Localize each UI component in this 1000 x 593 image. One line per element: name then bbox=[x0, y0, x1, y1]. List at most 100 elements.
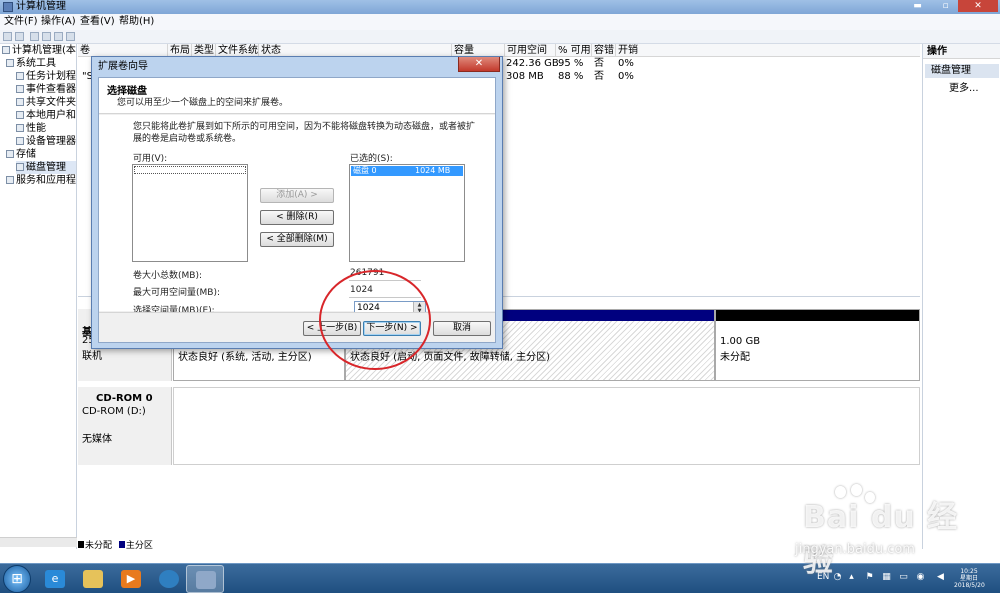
computer-management-icon bbox=[196, 571, 216, 589]
cell-free: 242.36 GB bbox=[506, 58, 559, 69]
forward-icon[interactable] bbox=[15, 32, 24, 41]
cell-fault: 否 bbox=[594, 71, 604, 82]
wizard-footer: < 上一步(B) 下一步(N) > 取消 bbox=[99, 312, 495, 342]
cdrom-0-label[interactable]: CD-ROM 0 CD-ROM (D:) 无媒体 bbox=[78, 387, 172, 465]
tree-item-storage[interactable]: 存储 bbox=[6, 148, 36, 161]
taskbar-app[interactable] bbox=[150, 565, 188, 593]
actions-section-disk-management[interactable]: 磁盘管理 bbox=[925, 64, 999, 78]
back-icon[interactable] bbox=[3, 32, 12, 41]
play-icon: ▶ bbox=[121, 570, 141, 588]
available-label: 可用(V): bbox=[133, 154, 168, 164]
app-icon bbox=[159, 570, 179, 588]
menu-file[interactable]: 文件(F) bbox=[4, 15, 38, 29]
add-button[interactable]: 添加(A) > bbox=[260, 188, 334, 203]
wizard-description: 您只能将此卷扩展到如下所示的可用空间，因为不能将磁盘转换为动态磁盘，或者被扩展的… bbox=[133, 122, 476, 144]
properties-icon[interactable] bbox=[54, 32, 63, 41]
tree-horizontal-scrollbar[interactable] bbox=[0, 537, 77, 547]
extend-volume-wizard: 扩展卷向导 ✕ 选择磁盘 您可以用至少一个磁盘上的空间来扩展卷。 您只能将此卷扩… bbox=[91, 56, 503, 349]
col-pct-free[interactable]: % 可用 bbox=[556, 44, 592, 57]
cdrom-status: 无媒体 bbox=[82, 434, 112, 445]
disk-0-status: 联机 bbox=[82, 351, 102, 362]
legend-primary: 主分区 bbox=[125, 541, 153, 551]
computer-icon bbox=[2, 46, 10, 54]
cdrom-drive: CD-ROM (D:) bbox=[82, 406, 146, 417]
cell-fault: 否 bbox=[594, 58, 604, 69]
menu-view[interactable]: 查看(V) bbox=[80, 15, 115, 29]
performance-icon bbox=[16, 124, 24, 132]
total-size-label: 卷大小总数(MB): bbox=[133, 271, 202, 281]
tools-icon bbox=[6, 59, 14, 67]
dialog-close-button[interactable]: ✕ bbox=[458, 57, 500, 72]
tree-item-event-viewer[interactable]: 事件查看器 bbox=[16, 83, 76, 96]
cell-overhead: 0% bbox=[618, 58, 634, 69]
toolbar bbox=[0, 30, 1000, 44]
selected-disks-list[interactable]: 磁盘 0 1024 MB bbox=[349, 164, 465, 262]
col-overhead[interactable]: 开销 bbox=[616, 44, 656, 57]
close-button[interactable]: ✕ bbox=[958, 0, 998, 12]
taskbar-computer-management[interactable] bbox=[186, 565, 224, 593]
show-tree-icon[interactable] bbox=[42, 32, 51, 41]
services-icon bbox=[6, 176, 14, 184]
cell-free: 308 MB bbox=[506, 71, 544, 82]
cell-overhead: 0% bbox=[618, 71, 634, 82]
baidu-watermark: Bai du 经验 jingyan.baidu.com bbox=[775, 484, 985, 579]
cell-pct: 88 % bbox=[558, 71, 584, 82]
available-empty-row bbox=[134, 166, 246, 174]
up-icon[interactable] bbox=[30, 32, 39, 41]
event-icon bbox=[16, 85, 24, 93]
col-fault[interactable]: 容错 bbox=[592, 44, 616, 57]
tree-item-services-apps[interactable]: 服务和应用程 bbox=[6, 174, 76, 187]
legend-unallocated-swatch bbox=[78, 541, 84, 548]
remove-button[interactable]: < 删除(R) bbox=[260, 210, 334, 225]
selected-disk-name: 磁盘 0 bbox=[353, 166, 377, 175]
tree-item-system-tools[interactable]: 系统工具 bbox=[6, 57, 56, 70]
help-icon[interactable] bbox=[66, 32, 75, 41]
tree-item-task-scheduler[interactable]: 任务计划程 bbox=[16, 70, 76, 83]
cdrom-name: CD-ROM 0 bbox=[96, 393, 153, 404]
actions-pane: 操作 磁盘管理 更多... bbox=[922, 44, 1000, 549]
actions-more-link[interactable]: 更多... bbox=[949, 83, 979, 95]
menu-bar: 文件(F) 操作(A) 查看(V) 帮助(H) bbox=[0, 14, 1000, 30]
watermark-url: jingyan.baidu.com bbox=[795, 542, 915, 557]
available-disks-list[interactable] bbox=[132, 164, 248, 262]
maximize-button[interactable]: ▫ bbox=[933, 0, 958, 12]
legend-primary-swatch bbox=[118, 541, 125, 548]
taskbar-media-player[interactable]: ▶ bbox=[112, 565, 150, 593]
remove-all-button[interactable]: < 全部删除(M) bbox=[260, 232, 334, 247]
annotation-circle bbox=[319, 270, 431, 370]
start-button[interactable]: ⊞ bbox=[3, 565, 31, 593]
title-bar: 计算机管理 ▬ ▫ ✕ bbox=[0, 0, 1000, 14]
dialog-body: 选择磁盘 您可以用至少一个磁盘上的空间来扩展卷。 您只能将此卷扩展到如下所示的可… bbox=[98, 77, 496, 343]
taskbar-explorer[interactable] bbox=[74, 565, 112, 593]
tree-item-performance[interactable]: 性能 bbox=[16, 122, 46, 135]
actions-header: 操作 bbox=[923, 44, 1000, 59]
unallocated-status: 未分配 bbox=[720, 352, 750, 363]
selected-disk-size: 1024 MB bbox=[415, 166, 451, 175]
tree-item-disk-management[interactable]: 磁盘管理 bbox=[16, 161, 76, 174]
folder-icon bbox=[16, 98, 24, 106]
dialog-title: 扩展卷向导 bbox=[98, 61, 148, 72]
legend: 未分配 主分区 bbox=[78, 541, 153, 551]
col-free[interactable]: 可用空间 bbox=[505, 44, 556, 57]
users-icon bbox=[16, 111, 24, 119]
wizard-header: 选择磁盘 您可以用至少一个磁盘上的空间来扩展卷。 bbox=[99, 78, 495, 114]
wizard-header-subtitle: 您可以用至少一个磁盘上的空间来扩展卷。 bbox=[117, 98, 289, 108]
tree-item-shared-folders[interactable]: 共享文件夹 bbox=[16, 96, 76, 109]
partition-status: 状态良好 (系统, 活动, 主分区) bbox=[178, 352, 312, 363]
ie-icon: e bbox=[45, 570, 65, 588]
cdrom-area bbox=[173, 387, 920, 465]
tree-item-computer-management[interactable]: 计算机管理(本地 bbox=[2, 44, 76, 57]
minimize-button[interactable]: ▬ bbox=[905, 0, 930, 12]
taskbar-ie[interactable]: e bbox=[36, 565, 74, 593]
selected-disk-row[interactable]: 磁盘 0 1024 MB bbox=[351, 166, 463, 176]
selected-label: 已选的(S): bbox=[350, 154, 393, 164]
partition-unallocated[interactable]: 1.00 GB 未分配 bbox=[715, 309, 920, 381]
device-icon bbox=[16, 137, 24, 145]
cancel-button[interactable]: 取消 bbox=[433, 321, 491, 336]
tree-item-device-manager[interactable]: 设备管理器 bbox=[16, 135, 76, 148]
navigation-tree: 计算机管理(本地 系统工具 任务计划程 事件查看器 共享文件夹 本地用户和 性能… bbox=[0, 44, 77, 549]
menu-help[interactable]: 帮助(H) bbox=[119, 15, 154, 29]
tree-item-local-users[interactable]: 本地用户和 bbox=[16, 109, 76, 122]
menu-action[interactable]: 操作(A) bbox=[41, 15, 76, 29]
partition-bar bbox=[716, 310, 919, 321]
